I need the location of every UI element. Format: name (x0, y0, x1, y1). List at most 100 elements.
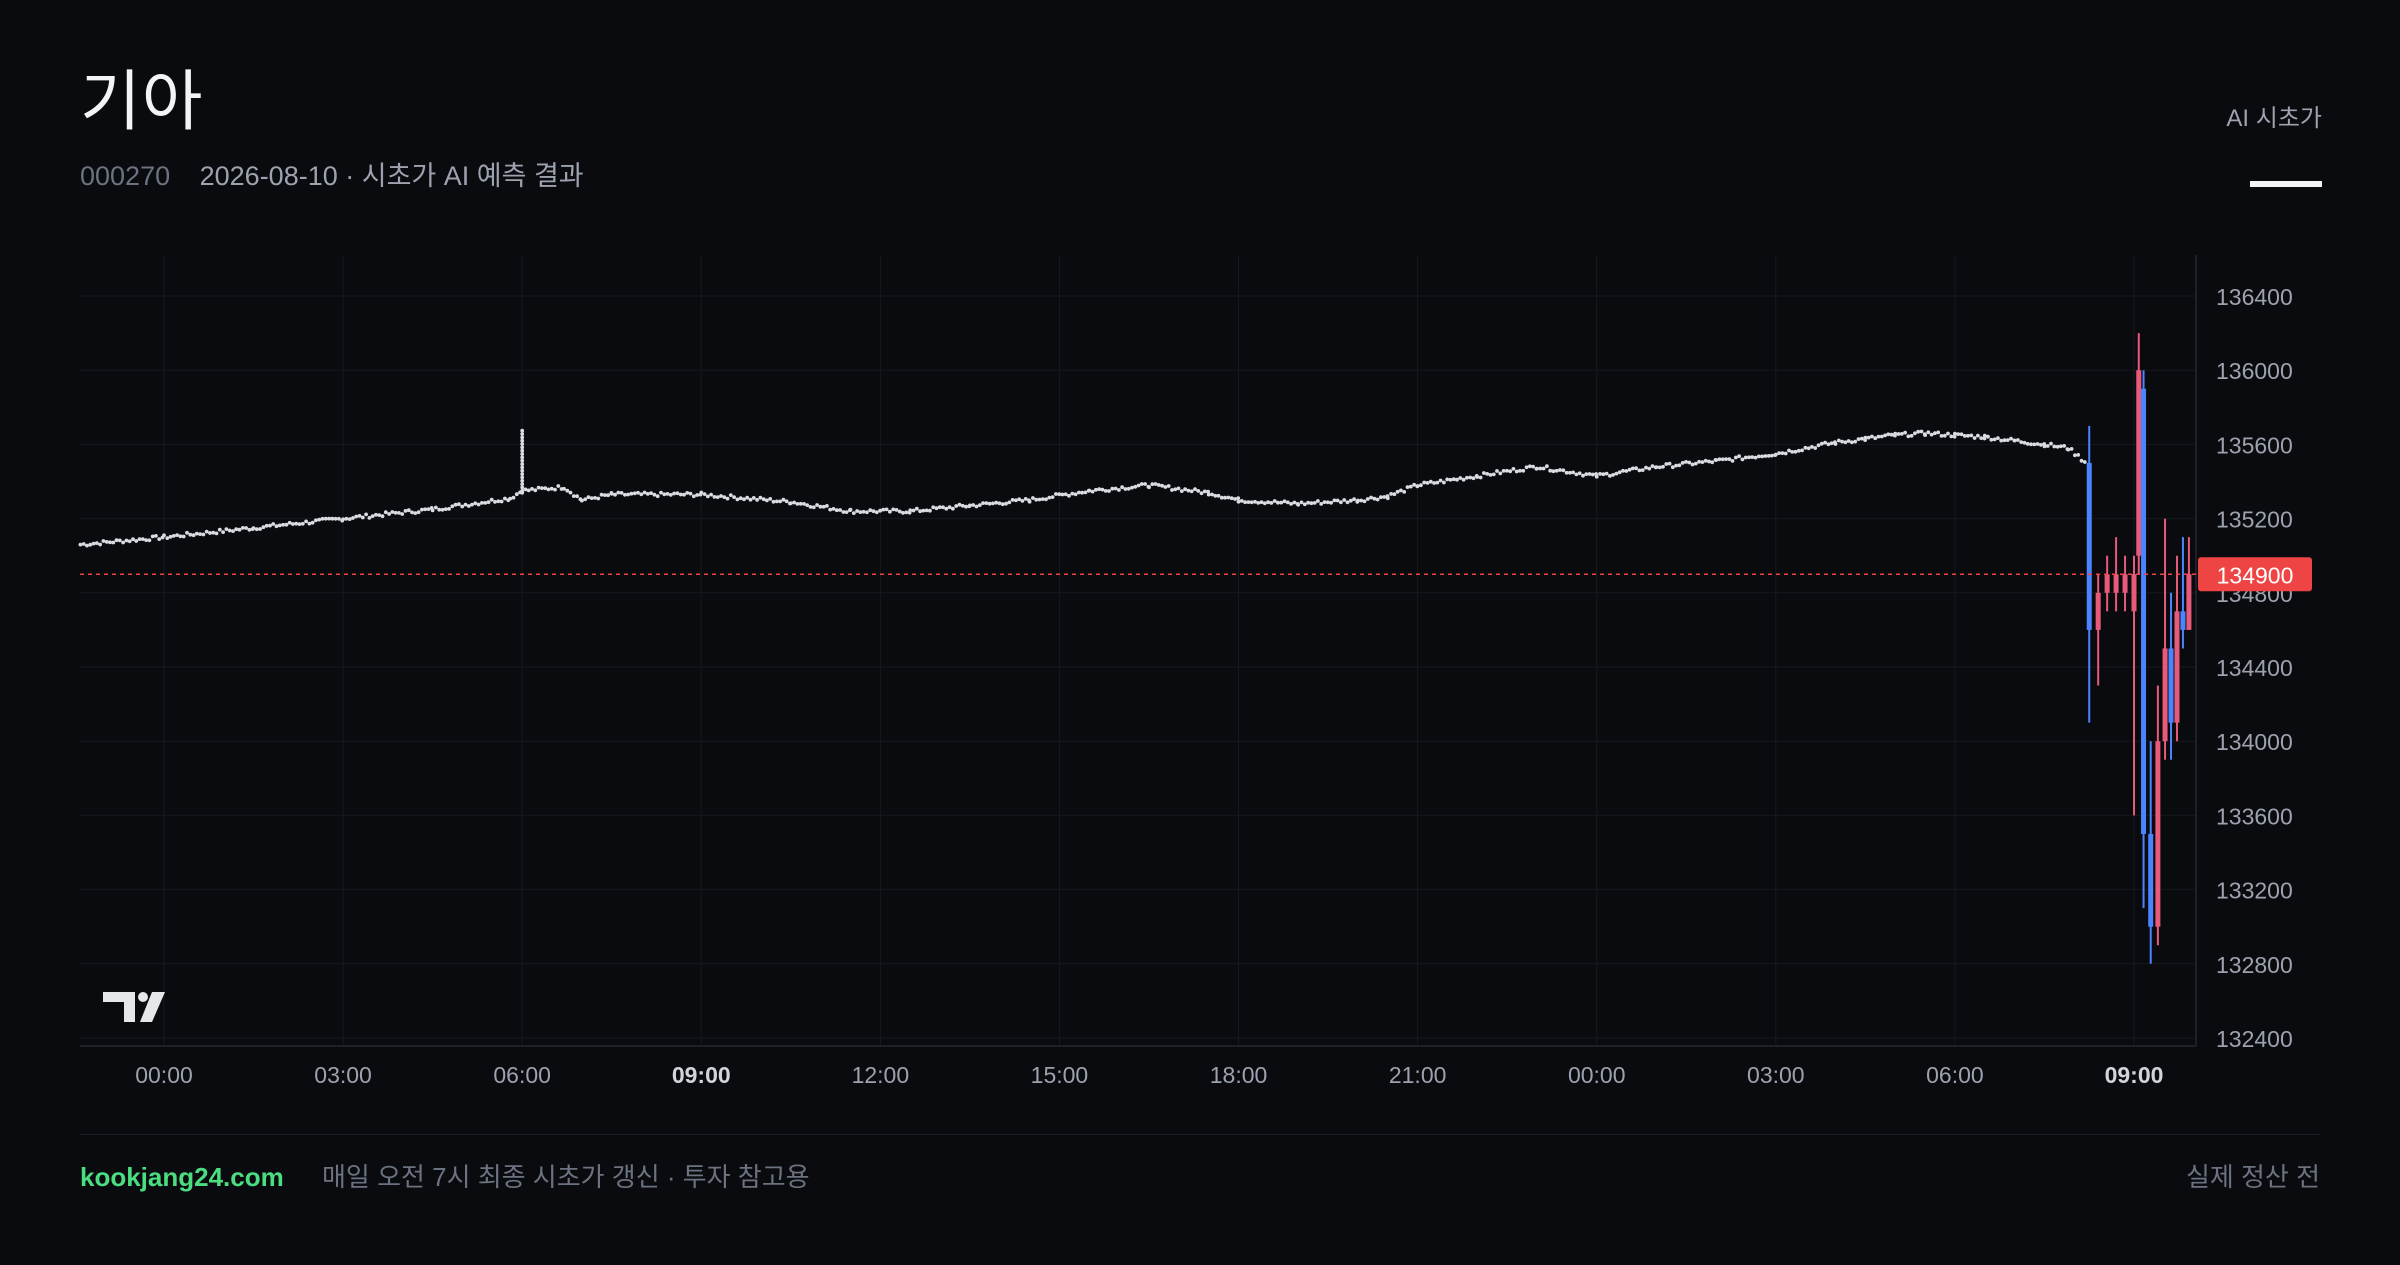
line-point (652, 492, 657, 497)
line-point (171, 534, 176, 538)
line-point (208, 531, 212, 535)
line-point (1581, 473, 1585, 478)
line-point (503, 496, 507, 501)
line-point (871, 509, 876, 514)
line-point (1385, 496, 1390, 501)
x-tick-label: 12:00 (852, 1062, 910, 1088)
candle-body (2155, 741, 2161, 927)
line-point (1229, 496, 1234, 501)
line-point (768, 497, 773, 501)
x-tick-label: 00:00 (1568, 1062, 1626, 1088)
x-tick-label: 03:00 (1747, 1062, 1805, 1088)
candle-body (2104, 574, 2110, 593)
line-point (1073, 492, 1078, 497)
spike-point (520, 458, 525, 463)
line-point (571, 494, 576, 498)
line-point (1173, 487, 1178, 492)
line-point (1485, 472, 1490, 476)
line-point (1034, 497, 1039, 502)
line-point (1859, 436, 1864, 441)
line-point (1047, 495, 1052, 500)
line-point (430, 508, 435, 513)
line-point (1720, 457, 1725, 462)
line-point (2076, 453, 2081, 457)
line-point (931, 505, 936, 510)
line-point (792, 500, 796, 505)
line-point (157, 537, 162, 541)
line-point (1495, 469, 1499, 473)
line-point (2025, 442, 2030, 446)
line-point (1524, 465, 1529, 470)
line-point (1272, 499, 1277, 503)
line-point (88, 542, 93, 547)
line-point (1677, 463, 1682, 468)
line-point (1299, 500, 1304, 505)
line-point (1060, 492, 1065, 497)
line-point (1339, 500, 1343, 505)
footer-brand-link[interactable]: kookjang24.com (80, 1161, 284, 1193)
line-point (1674, 463, 1678, 468)
line-point (2045, 444, 2050, 448)
spike-point (520, 442, 525, 446)
line-point (1202, 489, 1207, 494)
price-chart[interactable]: 136400 136000 135600 135200 134800 134400 1340… (0, 0, 2400, 1260)
line-point (904, 510, 909, 515)
line-point (1309, 501, 1314, 506)
line-point (861, 509, 866, 514)
line-point (2019, 440, 2024, 444)
line-point (1823, 440, 1827, 445)
line-point (1584, 472, 1589, 476)
line-point (1067, 493, 1071, 498)
line-point (496, 499, 501, 504)
line-point (732, 495, 736, 499)
line-point (473, 501, 478, 506)
line-point (1362, 499, 1367, 504)
line-point (94, 541, 99, 545)
price-chart-svg[interactable]: 1364001360001356001352001348001344001340… (0, 0, 2400, 1260)
line-point (1571, 470, 1575, 475)
line-point (1790, 450, 1795, 454)
line-point (755, 498, 759, 502)
line-point (165, 536, 170, 540)
line-point (536, 485, 541, 490)
line-point (659, 490, 663, 495)
line-point (944, 506, 949, 511)
line-point (1282, 499, 1287, 504)
line-point (1933, 431, 1937, 436)
candle-body (2141, 388, 2147, 834)
line-point (1239, 499, 1244, 503)
line-point (526, 488, 531, 493)
spike-point (520, 455, 525, 460)
line-point (460, 504, 465, 509)
line-point (1561, 468, 1566, 473)
line-point (1461, 477, 1466, 482)
line-point (198, 532, 203, 536)
line-point (1624, 469, 1629, 473)
line-point (1866, 435, 1871, 440)
line-point (463, 502, 468, 507)
line-point (1946, 431, 1950, 436)
line-point (1170, 488, 1174, 492)
spike-point (520, 438, 525, 443)
line-point (1448, 477, 1453, 482)
line-point (1107, 489, 1111, 493)
line-point (1889, 432, 1894, 437)
line-point (1163, 485, 1168, 489)
line-point (140, 537, 145, 541)
line-point (204, 529, 209, 534)
line-point (150, 534, 155, 539)
line-point (1770, 453, 1774, 458)
line-point (805, 503, 810, 507)
line-point (217, 527, 222, 532)
line-point (437, 507, 442, 512)
line-point (924, 508, 929, 513)
spike-point (520, 468, 525, 473)
line-point (1521, 468, 1526, 473)
line-point (1020, 499, 1025, 503)
line-point (1040, 497, 1045, 501)
line-point (1966, 433, 1970, 438)
line-point (1455, 477, 1459, 482)
line-point (1518, 468, 1522, 473)
candle-body (2086, 462, 2092, 630)
line-point (1986, 434, 1990, 439)
